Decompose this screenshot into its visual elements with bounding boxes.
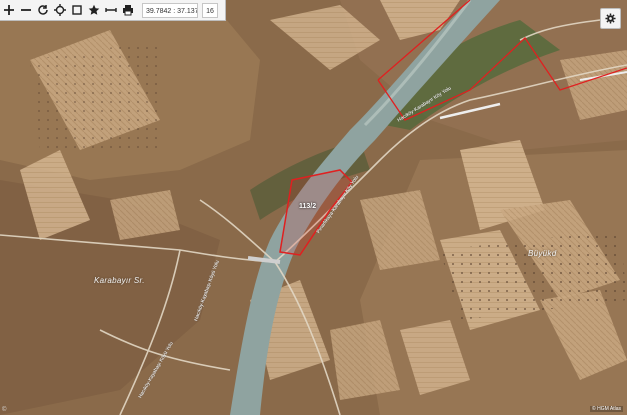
printer-icon bbox=[122, 5, 133, 16]
coordinate-readout[interactable]: 39.7842 : 37.1377 bbox=[142, 2, 198, 18]
crosshair-icon bbox=[53, 4, 66, 16]
measure-distance-button[interactable] bbox=[102, 0, 119, 20]
refresh-icon bbox=[37, 5, 48, 15]
favorite-button[interactable] bbox=[85, 0, 102, 20]
place-label-karabayir: Karabayır Sr. bbox=[94, 276, 145, 285]
parcel-label[interactable]: 113/2 bbox=[299, 203, 316, 210]
locate-button[interactable] bbox=[51, 0, 68, 20]
place-label-buyukd: Büyükd bbox=[528, 249, 557, 258]
gear-icon bbox=[605, 13, 616, 24]
zoom-level-field[interactable]: 16 bbox=[202, 2, 218, 18]
map-attribution: © HGM Atlas bbox=[590, 406, 623, 412]
zoom-out-button[interactable] bbox=[17, 0, 34, 20]
zoom-in-button[interactable] bbox=[0, 0, 17, 20]
measure-area-button[interactable] bbox=[68, 0, 85, 20]
minus-icon bbox=[20, 9, 31, 11]
print-button[interactable] bbox=[119, 0, 136, 20]
map-toolbar: 39.7842 : 37.1377 16 bbox=[0, 0, 226, 21]
ruler-icon bbox=[104, 8, 117, 12]
corner-mark: © bbox=[2, 407, 7, 413]
settings-button[interactable] bbox=[600, 8, 621, 29]
plus-icon bbox=[3, 5, 14, 15]
star-icon bbox=[88, 4, 99, 15]
square-icon bbox=[71, 5, 82, 15]
refresh-button[interactable] bbox=[34, 0, 51, 20]
